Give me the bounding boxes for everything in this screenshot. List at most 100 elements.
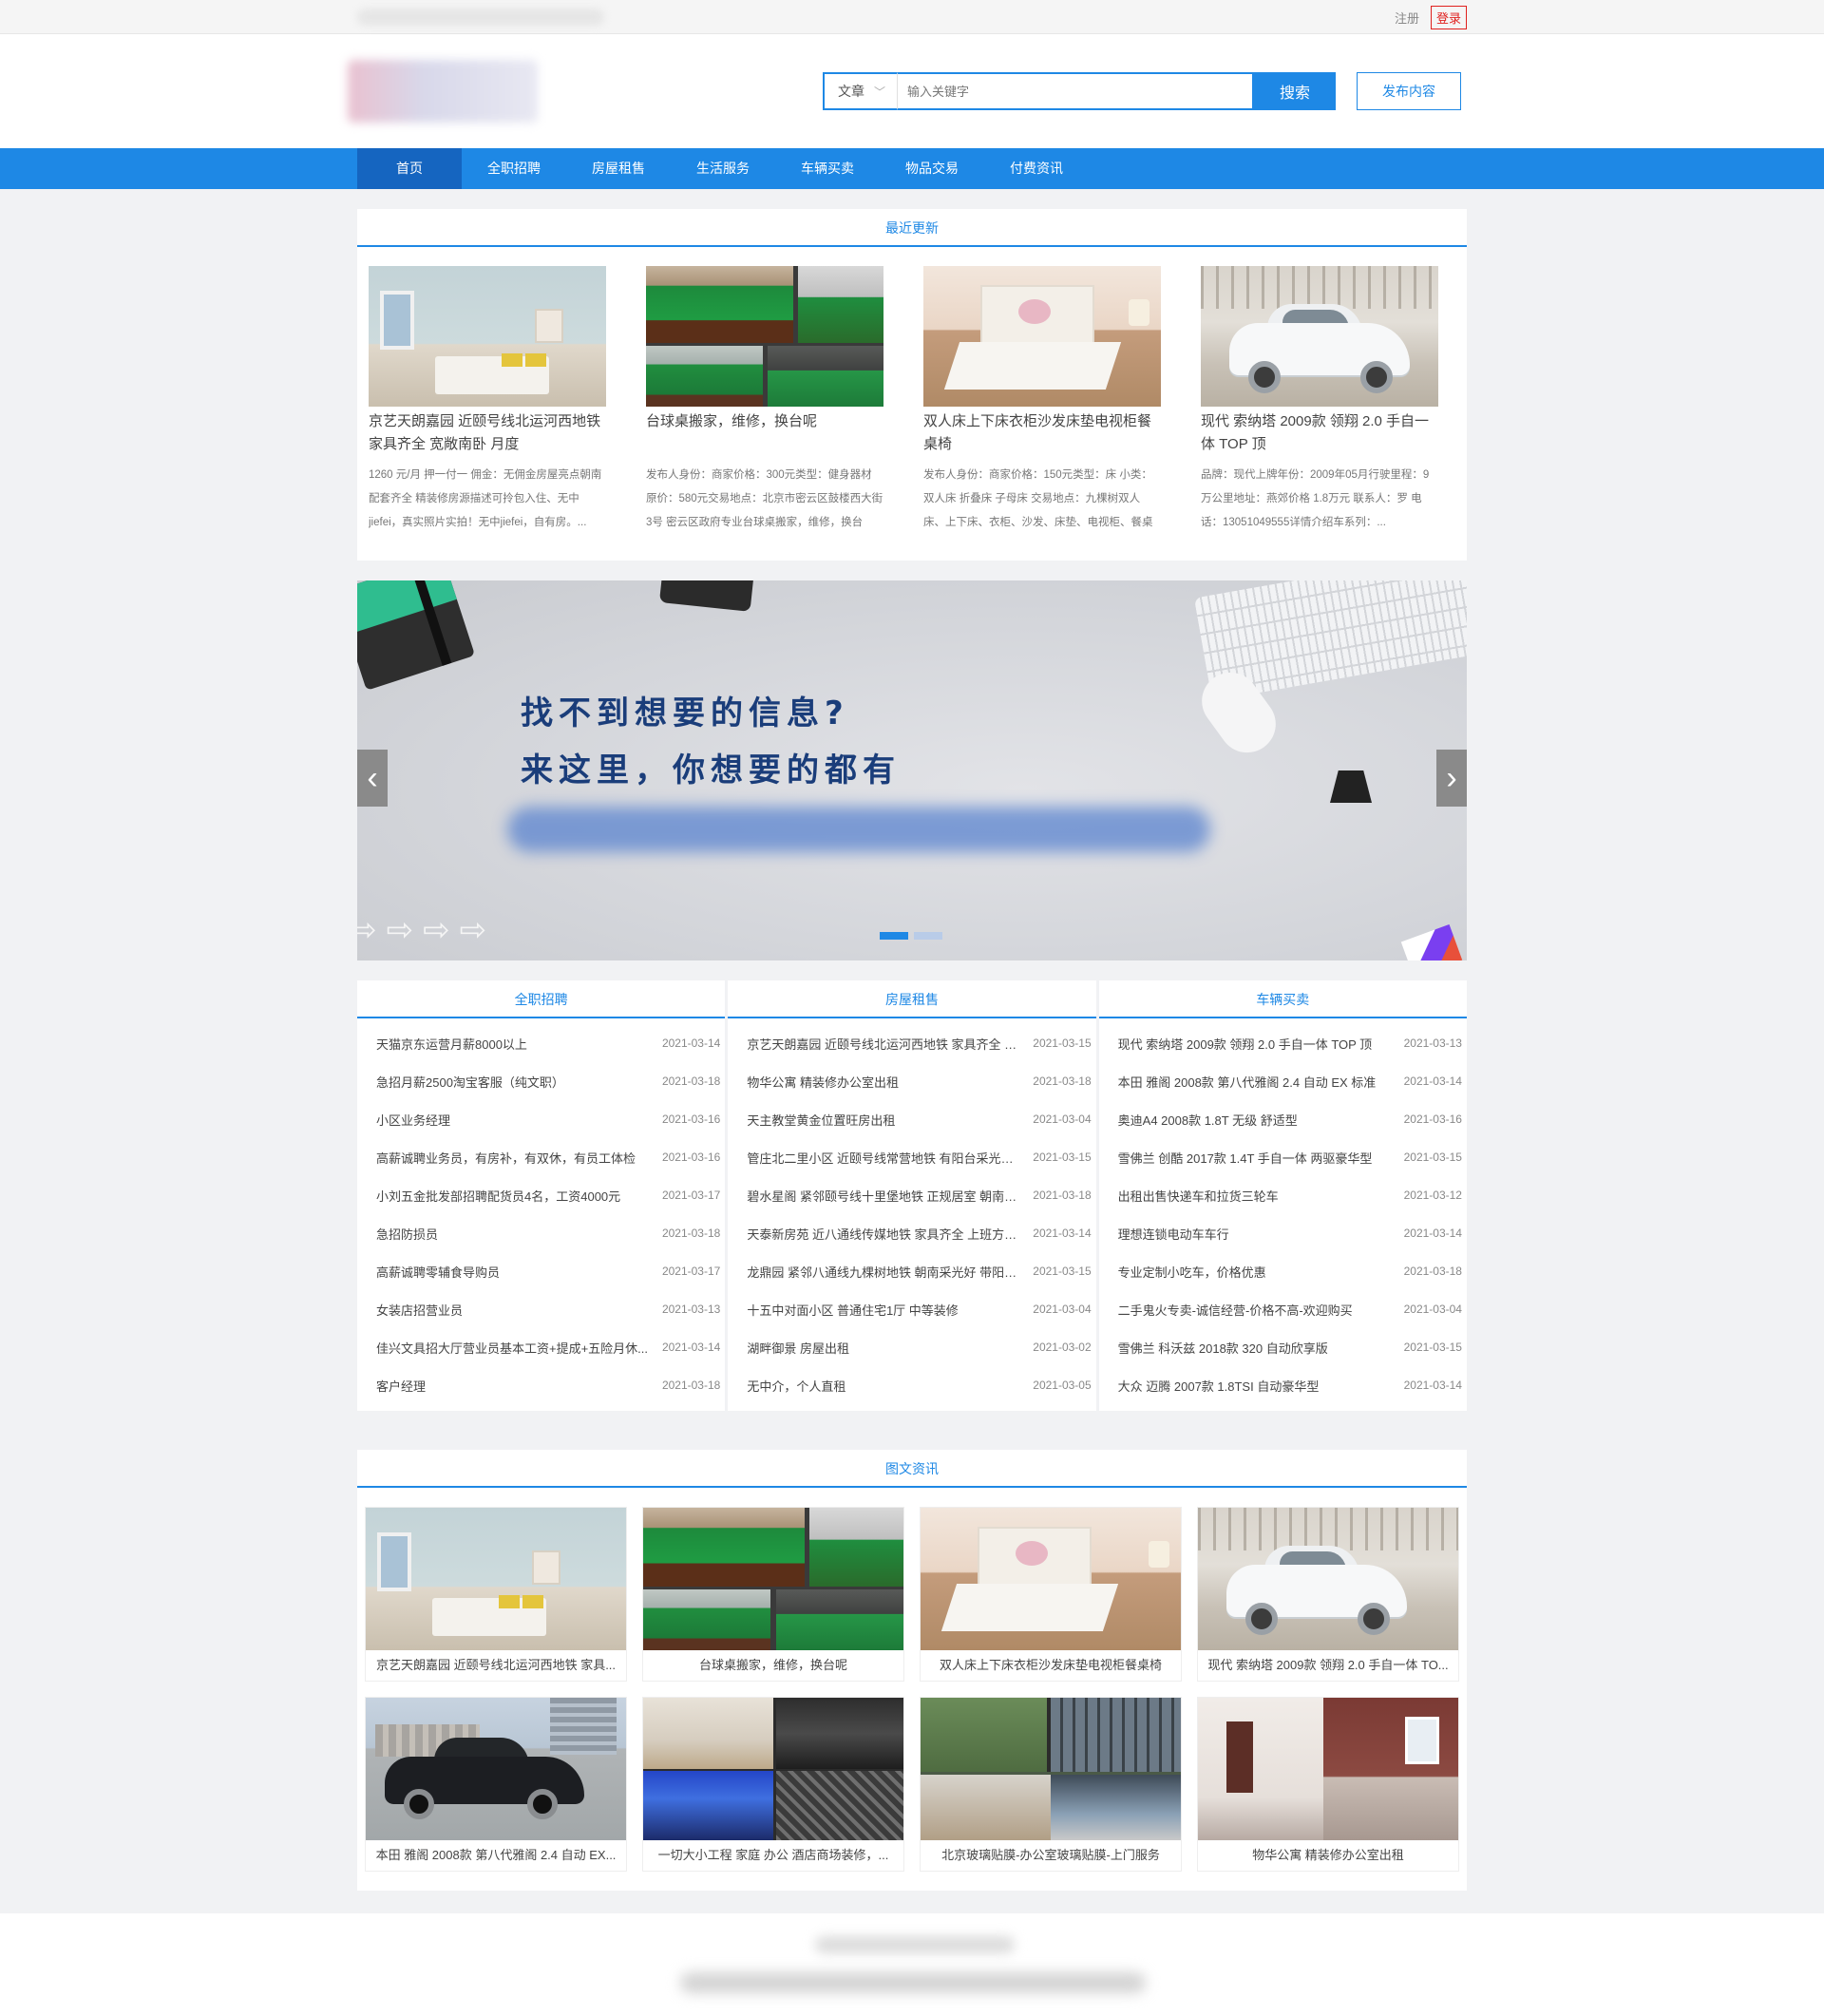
register-link[interactable]: 注册 — [1395, 9, 1419, 27]
list-item-title[interactable]: 二手鬼火专卖-诚信经营-价格不高-欢迎购买 — [1118, 1301, 1394, 1319]
gallery-caption[interactable]: 京艺天朗嘉园 近颐号线北运河西地铁 家具... — [366, 1650, 626, 1681]
list-item-title[interactable]: 天泰新房苑 近八通线传媒地铁 家具齐全 上班方便... — [747, 1225, 1022, 1243]
gallery-thumbnail[interactable] — [1198, 1508, 1458, 1650]
list-item-title[interactable]: 高薪诚聘业务员，有房补，有双休，有员工体检 — [376, 1149, 652, 1167]
list-item[interactable]: 二手鬼火专卖-诚信经营-价格不高-欢迎购买 2021-03-04 — [1099, 1290, 1467, 1328]
listing-thumbnail[interactable] — [646, 266, 884, 407]
list-item[interactable]: 佳兴文具招大厅营业员基本工资+提成+五险月休... 2021-03-14 — [357, 1328, 725, 1366]
list-item[interactable]: 客户经理 2021-03-18 — [357, 1366, 725, 1404]
list-item[interactable]: 龙鼎园 紧邻八通线九棵树地铁 朝南采光好 带阳台... 2021-03-15 — [728, 1252, 1095, 1290]
list-item[interactable]: 物华公寓 精装修办公室出租 2021-03-18 — [728, 1062, 1095, 1100]
list-item-title[interactable]: 专业定制小吃车，价格优惠 — [1118, 1263, 1394, 1281]
list-item[interactable]: 京艺天朗嘉园 近颐号线北运河西地铁 家具齐全 宽... 2021-03-15 — [728, 1024, 1095, 1062]
list-item[interactable]: 本田 雅阁 2008款 第八代雅阁 2.4 自动 EX 标准 2021-03-14 — [1099, 1062, 1467, 1100]
gallery-caption[interactable]: 双人床上下床衣柜沙发床垫电视柜餐桌椅 — [921, 1650, 1181, 1681]
latest-item[interactable]: 京艺天朗嘉园 近颐号线北运河西地铁 家具齐全 宽敞南卧 月度 1260 元/月 … — [369, 266, 606, 535]
list-item-title[interactable]: 急招月薪2500淘宝客服（纯文职） — [376, 1073, 652, 1091]
listing-thumbnail[interactable] — [1201, 266, 1438, 407]
gallery-thumbnail[interactable] — [921, 1698, 1181, 1840]
list-item-title[interactable]: 十五中对面小区 普通住宅1厅 中等装修 — [747, 1301, 1022, 1319]
list-item[interactable]: 湖畔御景 房屋出租 2021-03-02 — [728, 1328, 1095, 1366]
carousel-prev-button[interactable]: ‹ — [357, 750, 388, 807]
list-item[interactable]: 管庄北二里小区 近颐号线常营地铁 有阳台采光好 ... 2021-03-15 — [728, 1138, 1095, 1176]
list-item[interactable]: 专业定制小吃车，价格优惠 2021-03-18 — [1099, 1252, 1467, 1290]
search-category-select[interactable]: 文章 ﹀ — [823, 72, 897, 110]
list-item[interactable]: 天猫京东运营月薪8000以上 2021-03-14 — [357, 1024, 725, 1062]
gallery-caption[interactable]: 本田 雅阁 2008款 第八代雅阁 2.4 自动 EX... — [366, 1840, 626, 1871]
list-item[interactable]: 高薪诚聘零辅食导购员 2021-03-17 — [357, 1252, 725, 1290]
search-input[interactable] — [897, 72, 1254, 110]
gallery-card[interactable]: 本田 雅阁 2008款 第八代雅阁 2.4 自动 EX... — [365, 1697, 627, 1872]
list-item[interactable]: 雪佛兰 科沃兹 2018款 320 自动欣享版 2021-03-15 — [1099, 1328, 1467, 1366]
nav-item-housing[interactable]: 房屋租售 — [566, 148, 671, 189]
listing-thumbnail[interactable] — [923, 266, 1161, 407]
list-item-title[interactable]: 佳兴文具招大厅营业员基本工资+提成+五险月休... — [376, 1339, 652, 1357]
carousel-dot[interactable] — [914, 932, 942, 940]
list-item-title[interactable]: 天猫京东运营月薪8000以上 — [376, 1035, 652, 1053]
gallery-card[interactable]: 物华公寓 精装修办公室出租 — [1197, 1697, 1459, 1872]
nav-item-jobs[interactable]: 全职招聘 — [462, 148, 566, 189]
list-item[interactable]: 理想连锁电动车车行 2021-03-14 — [1099, 1214, 1467, 1252]
gallery-caption[interactable]: 北京玻璃贴膜-办公室玻璃贴膜-上门服务 — [921, 1840, 1181, 1871]
list-item[interactable]: 无中介，个人直租 2021-03-05 — [728, 1366, 1095, 1404]
gallery-caption[interactable]: 台球桌搬家，维修，换台呢 — [643, 1650, 903, 1681]
gallery-caption[interactable]: 现代 索纳塔 2009款 领翔 2.0 手自一体 TO... — [1198, 1650, 1458, 1681]
gallery-thumbnail[interactable] — [1198, 1698, 1458, 1840]
gallery-card[interactable]: 台球桌搬家，维修，换台呢 — [642, 1507, 904, 1682]
nav-item-services[interactable]: 生活服务 — [671, 148, 775, 189]
list-item-title[interactable]: 本田 雅阁 2008款 第八代雅阁 2.4 自动 EX 标准 — [1118, 1073, 1394, 1091]
list-item-title[interactable]: 湖畔御景 房屋出租 — [747, 1339, 1022, 1357]
list-item[interactable]: 小区业务经理 2021-03-16 — [357, 1100, 725, 1138]
listing-title[interactable]: 京艺天朗嘉园 近颐号线北运河西地铁 家具齐全 宽敞南卧 月度 — [369, 410, 606, 456]
listing-title[interactable]: 现代 索纳塔 2009款 领翔 2.0 手自一体 TOP 顶 — [1201, 410, 1438, 456]
gallery-thumbnail[interactable] — [366, 1698, 626, 1840]
list-item[interactable]: 现代 索纳塔 2009款 领翔 2.0 手自一体 TOP 顶 2021-03-13 — [1099, 1024, 1467, 1062]
section-title[interactable]: 车辆买卖 — [1098, 980, 1467, 1018]
section-title[interactable]: 全职招聘 — [357, 980, 726, 1018]
gallery-card[interactable]: 现代 索纳塔 2009款 领翔 2.0 手自一体 TO... — [1197, 1507, 1459, 1682]
list-item-title[interactable]: 大众 迈腾 2007款 1.8TSI 自动豪华型 — [1118, 1377, 1394, 1395]
gallery-thumbnail[interactable] — [643, 1508, 903, 1650]
list-item-title[interactable]: 急招防损员 — [376, 1225, 652, 1243]
list-item-title[interactable]: 龙鼎园 紧邻八通线九棵树地铁 朝南采光好 带阳台... — [747, 1263, 1022, 1281]
list-item-title[interactable]: 小刘五金批发部招聘配货员4名，工资4000元 — [376, 1187, 652, 1205]
list-item-title[interactable]: 小区业务经理 — [376, 1111, 652, 1129]
gallery-card[interactable]: 京艺天朗嘉园 近颐号线北运河西地铁 家具... — [365, 1507, 627, 1682]
list-item-title[interactable]: 奥迪A4 2008款 1.8T 无级 舒适型 — [1118, 1111, 1394, 1129]
gallery-caption[interactable]: 一切大小工程 家庭 办公 酒店商场装修，... — [643, 1840, 903, 1871]
carousel-dot[interactable] — [880, 932, 908, 940]
nav-item-goods[interactable]: 物品交易 — [880, 148, 984, 189]
list-item-title[interactable]: 物华公寓 精装修办公室出租 — [747, 1073, 1022, 1091]
list-item[interactable]: 出租出售快递车和拉货三轮车 2021-03-12 — [1099, 1176, 1467, 1214]
list-item-title[interactable]: 理想连锁电动车车行 — [1118, 1225, 1394, 1243]
list-item-title[interactable]: 现代 索纳塔 2009款 领翔 2.0 手自一体 TOP 顶 — [1118, 1035, 1394, 1053]
list-item-title[interactable]: 京艺天朗嘉园 近颐号线北运河西地铁 家具齐全 宽... — [747, 1035, 1022, 1053]
list-item[interactable]: 天泰新房苑 近八通线传媒地铁 家具齐全 上班方便... 2021-03-14 — [728, 1214, 1095, 1252]
list-item-title[interactable]: 管庄北二里小区 近颐号线常营地铁 有阳台采光好 ... — [747, 1149, 1022, 1167]
latest-item[interactable]: 现代 索纳塔 2009款 领翔 2.0 手自一体 TOP 顶 品牌：现代上牌年份… — [1201, 266, 1438, 535]
gallery-thumbnail[interactable] — [366, 1508, 626, 1650]
gallery-card[interactable]: 双人床上下床衣柜沙发床垫电视柜餐桌椅 — [920, 1507, 1182, 1682]
list-item[interactable]: 急招月薪2500淘宝客服（纯文职） 2021-03-18 — [357, 1062, 725, 1100]
listing-title[interactable]: 台球桌搬家，维修，换台呢 — [646, 410, 884, 456]
gallery-thumbnail[interactable] — [921, 1508, 1181, 1650]
list-item[interactable]: 碧水星阁 紧邻颐号线十里堡地铁 正规居室 朝南采... 2021-03-18 — [728, 1176, 1095, 1214]
list-item-title[interactable]: 雪佛兰 科沃兹 2018款 320 自动欣享版 — [1118, 1339, 1394, 1357]
gallery-thumbnail[interactable] — [643, 1698, 903, 1840]
list-item[interactable]: 小刘五金批发部招聘配货员4名，工资4000元 2021-03-17 — [357, 1176, 725, 1214]
gallery-caption[interactable]: 物华公寓 精装修办公室出租 — [1198, 1840, 1458, 1871]
nav-item-home[interactable]: 首页 — [357, 148, 462, 189]
list-item-title[interactable]: 雪佛兰 创酷 2017款 1.4T 手自一体 两驱豪华型 — [1118, 1149, 1394, 1167]
promo-banner[interactable]: 找不到想要的信息? 来这里，你想要的都有 ⇨⇨⇨⇨ ‹ › — [357, 580, 1467, 960]
list-item-title[interactable]: 客户经理 — [376, 1377, 652, 1395]
nav-item-paid-info[interactable]: 付费资讯 — [984, 148, 1089, 189]
list-item[interactable]: 十五中对面小区 普通住宅1厅 中等装修 2021-03-04 — [728, 1290, 1095, 1328]
listing-title[interactable]: 双人床上下床衣柜沙发床垫电视柜餐桌椅 — [923, 410, 1161, 456]
gallery-card[interactable]: 一切大小工程 家庭 办公 酒店商场装修，... — [642, 1697, 904, 1872]
list-item-title[interactable]: 碧水星阁 紧邻颐号线十里堡地铁 正规居室 朝南采... — [747, 1187, 1022, 1205]
login-button[interactable]: 登录 — [1430, 5, 1467, 29]
list-item[interactable]: 高薪诚聘业务员，有房补，有双休，有员工体检 2021-03-16 — [357, 1138, 725, 1176]
site-logo[interactable] — [348, 60, 538, 123]
list-item[interactable]: 雪佛兰 创酷 2017款 1.4T 手自一体 两驱豪华型 2021-03-15 — [1099, 1138, 1467, 1176]
latest-item[interactable]: 台球桌搬家，维修，换台呢 发布人身份：商家价格：300元类型：健身器材 原价：5… — [646, 266, 884, 535]
